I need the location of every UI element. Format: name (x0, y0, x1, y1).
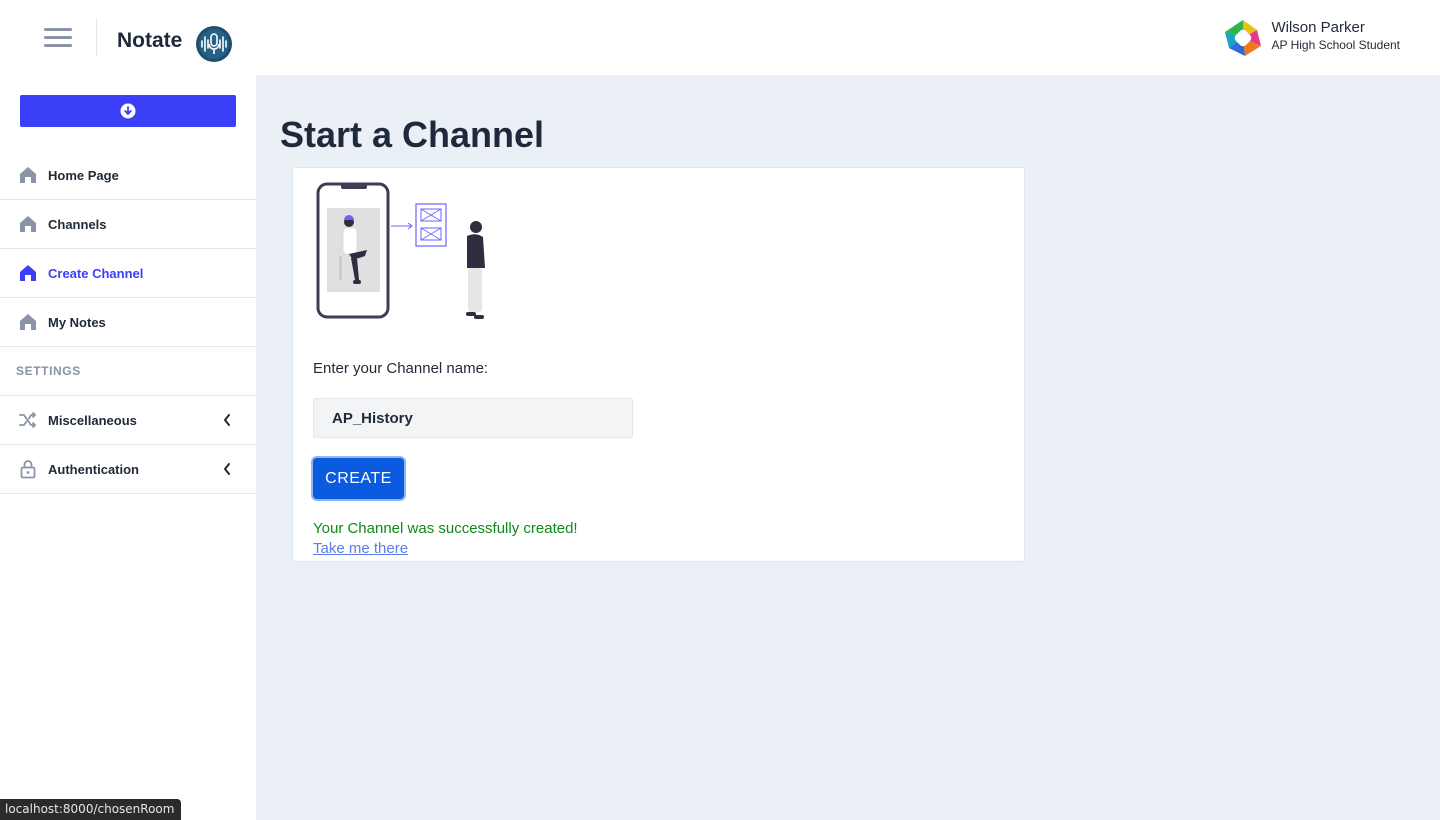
chevron-left-icon (224, 414, 230, 426)
top-header: Notate Wilson Parker AP High School Stud… (0, 0, 1440, 75)
settings-section-label: SETTINGS (0, 347, 256, 396)
sidebar-item-miscellaneous[interactable]: Miscellaneous (0, 396, 256, 445)
chevron-left-icon (224, 463, 230, 475)
channel-name-input[interactable] (313, 398, 633, 438)
sidebar-item-channels[interactable]: Channels (0, 200, 256, 249)
hamburger-menu-icon[interactable] (44, 26, 72, 48)
download-button[interactable] (20, 95, 236, 127)
arrow-down-circle-icon (120, 103, 136, 119)
home-icon (20, 314, 36, 330)
create-channel-card: Enter your Channel name: CREATE Your Cha… (292, 167, 1025, 562)
home-icon (20, 265, 36, 281)
success-message: Your Channel was successfully created! (313, 520, 578, 537)
sidebar-item-label: Channels (48, 216, 107, 232)
channel-name-label: Enter your Channel name: (313, 360, 489, 377)
lock-icon (20, 460, 36, 479)
sidebar-item-label: Home Page (48, 167, 119, 183)
home-icon (20, 167, 36, 183)
home-icon (20, 216, 36, 232)
sidebar-item-label: Miscellaneous (48, 412, 137, 428)
shuffle-icon (19, 412, 36, 428)
sidebar-item-authentication[interactable]: Authentication (0, 445, 256, 494)
status-bar-url: localhost:8000/chosenRoom (0, 799, 182, 820)
page-title: Start a Channel (280, 114, 545, 155)
sidebar-nav: Home Page Channels Create Channel My Not… (0, 151, 256, 494)
brand-name: Notate (117, 29, 183, 52)
user-profile[interactable]: Wilson Parker AP High School Student (1225, 18, 1400, 58)
channel-illustration (316, 182, 485, 319)
header-divider (96, 18, 97, 56)
sidebar-item-label: Create Channel (48, 265, 144, 281)
sidebar-item-label: Authentication (48, 461, 139, 477)
user-avatar-icon (1225, 20, 1262, 56)
sidebar-item-home-page[interactable]: Home Page (0, 151, 256, 200)
take-me-there-link[interactable]: Take me there (313, 540, 408, 557)
sidebar: Home Page Channels Create Channel My Not… (0, 75, 256, 820)
user-name: Wilson Parker (1271, 19, 1365, 36)
user-role: AP High School Student (1271, 38, 1400, 52)
create-button[interactable]: CREATE (313, 458, 404, 499)
sidebar-item-create-channel[interactable]: Create Channel (0, 249, 256, 298)
brand-logo-icon (196, 26, 232, 62)
sidebar-item-label: My Notes (48, 314, 106, 330)
sidebar-item-my-notes[interactable]: My Notes (0, 298, 256, 347)
